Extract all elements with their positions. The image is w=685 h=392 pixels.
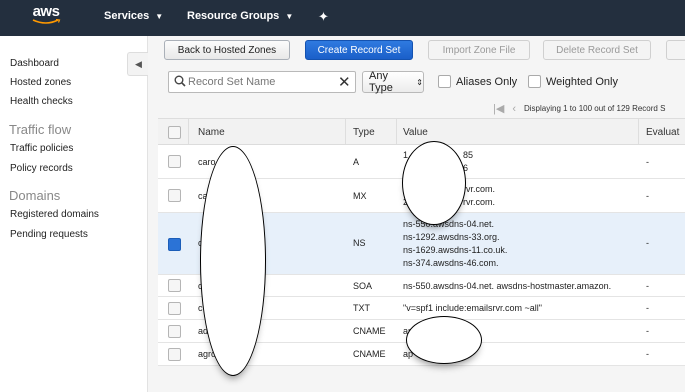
clear-search-icon[interactable]: ✕ [338,75,351,90]
select-all-checkbox[interactable] [168,126,181,139]
record-value: "v=spf1 include:emailsrvr.com ~all" [403,303,542,313]
record-value: ns-1629.awsdns-11.co.uk. [403,245,508,255]
aws-logo-text: aws [32,3,60,20]
resource-groups-menu[interactable]: Resource Groups ▼ [187,10,293,22]
table-header: Name Type Value Evaluat [158,119,685,145]
import-zone-file-button[interactable]: Import Zone File [428,40,530,60]
sidebar-item-hosted-zones[interactable]: Hosted zones [10,77,71,88]
record-value: ns-550.awsdns-04.net. awsdns-hostmaster.… [403,281,612,291]
sidebar-item-policy-records[interactable]: Policy records [10,163,73,174]
row-checkbox[interactable] [168,189,181,202]
record-value: 85 [463,150,474,160]
aliases-only-checkbox[interactable] [438,75,451,88]
record-type: TXT [353,303,370,313]
row-checkbox[interactable] [168,279,181,292]
redaction-overlay [402,141,466,225]
domains-heading: Domains [9,188,61,203]
weighted-only-checkbox[interactable] [528,75,541,88]
record-set-search-box: ✕ [168,71,356,93]
record-value: rvr.com. [463,184,496,194]
record-evaluate: - [646,157,649,167]
pagination: |◀ ‹ Displaying 1 to 100 out of 129 Reco… [493,102,666,116]
column-separator [638,119,639,144]
row-checkbox-checked[interactable] [168,238,181,251]
aliases-only-label: Aliases Only [456,75,518,88]
delete-record-set-button[interactable]: Delete Record Set [543,40,651,60]
record-type: NS [353,238,366,248]
create-record-set-button[interactable]: Create Record Set [305,40,413,60]
record-value: ns-1292.awsdns-33.org. [403,232,500,242]
sidebar-collapse-button[interactable]: ◀ [127,52,149,76]
sidebar-item-health-checks[interactable]: Health checks [10,96,73,107]
aliases-only-filter[interactable]: Aliases Only [438,75,517,88]
chevron-down-icon: ▼ [285,11,294,21]
column-header-evaluate[interactable]: Evaluat [646,127,679,138]
column-header-name[interactable]: Name [198,127,225,138]
sidebar-item-registered-domains[interactable]: Registered domains [10,209,99,220]
record-value-list: ns-550.awsdns-04.net. ns-1292.awsdns-33.… [403,218,507,270]
record-evaluate: - [646,238,649,248]
select-arrows-icon: ⇕ [416,77,423,87]
redaction-overlay [406,316,482,364]
record-evaluate: - [646,349,649,359]
services-menu[interactable]: Services ▼ [104,10,163,22]
search-icon [174,75,188,90]
redaction-overlay [200,146,266,376]
row-checkbox[interactable] [168,155,181,168]
column-header-type[interactable]: Type [353,127,375,138]
chevron-left-icon: ◀ [135,58,142,69]
record-set-search-input[interactable] [188,76,336,88]
chevron-down-icon: ▼ [155,11,164,21]
first-page-icon[interactable]: |◀ [493,102,504,115]
aws-logo[interactable]: aws [28,4,64,30]
record-evaluate: - [646,281,649,291]
record-type: CNAME [353,349,386,359]
sidebar-item-traffic-policies[interactable]: Traffic policies [10,143,73,154]
sidebar: Dashboard Hosted zones Health checks Tra… [0,36,148,392]
row-checkbox[interactable] [168,302,181,315]
pagination-text: Displaying 1 to 100 out of 129 Record S [524,104,666,113]
sidebar-item-dashboard[interactable]: Dashboard [10,58,59,69]
column-separator [345,119,346,144]
record-name: caro [198,157,216,167]
more-actions-button[interactable] [666,40,685,60]
record-type: SOA [353,281,373,291]
column-separator [188,119,189,144]
record-type: MX [353,191,367,201]
row-checkbox[interactable] [168,325,181,338]
row-checkbox[interactable] [168,348,181,361]
record-type: A [353,157,360,167]
record-value: rvr.com. [463,197,496,207]
resource-groups-label: Resource Groups [187,10,280,22]
column-separator [396,119,397,144]
record-evaluate: - [646,303,649,313]
record-type-select-value: Any Type [369,70,393,94]
traffic-flow-heading: Traffic flow [9,122,72,137]
record-type: CNAME [353,326,386,336]
sidebar-item-pending-requests[interactable]: Pending requests [10,229,88,240]
back-to-hosted-zones-button[interactable]: Back to Hosted Zones [164,40,290,60]
column-header-value[interactable]: Value [403,127,428,138]
previous-page-icon[interactable]: ‹ [512,103,516,115]
weighted-only-label: Weighted Only [546,75,618,88]
pushpin-icon[interactable]: ✦ [318,9,329,25]
record-evaluate: - [646,326,649,336]
record-evaluate: - [646,191,649,201]
record-value: ns-374.awsdns-46.com. [403,258,499,268]
record-type-select[interactable]: Any Type ⇕ [362,70,424,94]
top-navigation-bar: aws Services ▼ Resource Groups ▼ ✦ [0,0,685,36]
services-label: Services [104,10,150,22]
weighted-only-filter[interactable]: Weighted Only [528,75,618,88]
